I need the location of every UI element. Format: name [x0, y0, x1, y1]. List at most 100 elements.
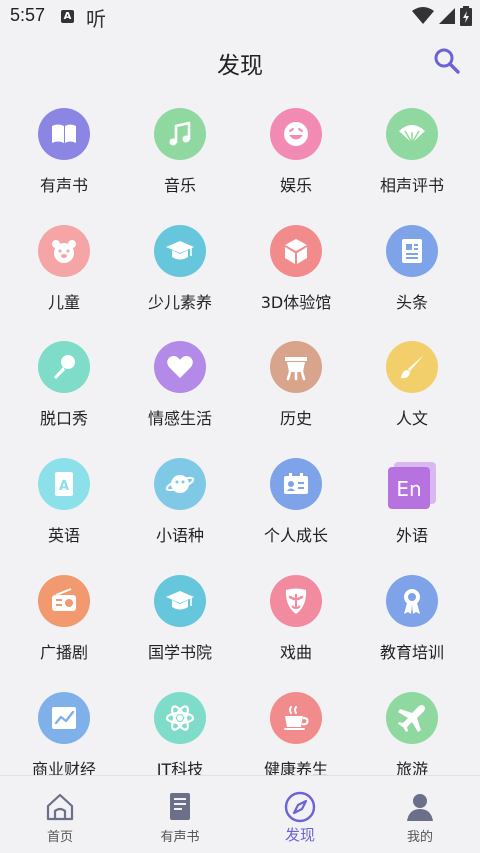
category-label: 相声评书 — [379, 176, 444, 195]
category-item[interactable]: 戏曲 — [236, 561, 356, 677]
atom-icon — [154, 691, 206, 744]
en-badge-icon: En — [386, 458, 438, 510]
category-label: 小语种 — [155, 526, 204, 546]
status-time: 5:57 — [10, 5, 46, 25]
category-label: 儿童 — [47, 292, 80, 312]
category-item[interactable]: 历史 — [236, 327, 356, 443]
page-title: 发现 — [217, 53, 263, 79]
tab-label: 有声书 — [160, 830, 200, 845]
category-item[interactable]: 3D体验馆 — [236, 211, 356, 327]
audiobook-icon — [170, 793, 190, 820]
notification-a-icon: A — [61, 10, 74, 23]
category-item[interactable]: 商业财经 — [4, 678, 124, 776]
fan-icon — [386, 108, 438, 160]
tab-label: 我的 — [406, 830, 433, 845]
category-item[interactable]: En 外语 — [352, 444, 472, 560]
category-label: 有声书 — [39, 176, 88, 195]
airplane-icon — [386, 691, 438, 744]
category-item[interactable]: 少儿素养 — [120, 211, 240, 327]
battery-icon — [460, 6, 472, 26]
book-icon — [38, 108, 90, 160]
category-label: 英语 — [47, 526, 80, 546]
status-indicators — [412, 6, 472, 26]
category-label: 国学书院 — [147, 642, 212, 662]
app-notification-icon: 听 — [86, 7, 106, 31]
tab-user[interactable]: 我的 — [360, 776, 480, 853]
category-item[interactable]: 音乐 — [120, 94, 240, 210]
brush-icon — [386, 341, 438, 394]
tab-home[interactable]: 首页 — [0, 776, 120, 853]
status-bar: 5:57 A 听 — [0, 0, 480, 32]
search-button[interactable] — [432, 46, 462, 76]
category-label: 广播剧 — [39, 642, 88, 662]
cube-icon — [270, 224, 322, 277]
bottom-tab-bar: 首页 有声书 发现 我的 — [0, 775, 480, 853]
category-item[interactable]: A 英语 — [4, 444, 124, 560]
award-ribbon-icon — [386, 574, 438, 627]
category-item[interactable]: 脱口秀 — [4, 327, 124, 443]
category-item[interactable]: 小语种 — [120, 444, 240, 560]
category-item[interactable]: 教育培训 — [352, 561, 472, 677]
category-grid: 有声书 音乐 娱乐 相声评书 儿童 少儿素养 3D体验馆 头条 脱口秀 情感生活… — [0, 90, 480, 775]
heart-icon — [154, 341, 206, 394]
tab-audiobook[interactable]: 有声书 — [120, 776, 240, 853]
microphone-icon — [38, 341, 90, 394]
category-label: 历史 — [279, 409, 312, 429]
tab-label: 发现 — [284, 826, 315, 844]
svg-text:A: A — [59, 479, 69, 494]
category-label: 健康养生 — [263, 759, 328, 776]
cellular-signal-icon — [439, 8, 455, 24]
compass-icon — [284, 791, 316, 823]
user-icon — [407, 794, 433, 821]
category-item[interactable]: 娱乐 — [236, 94, 356, 210]
graduation-cap-icon — [154, 574, 206, 627]
category-label: 教育培训 — [379, 642, 444, 662]
opera-mask-icon — [270, 574, 322, 627]
ancient-vessel-icon — [270, 341, 322, 394]
category-label: 音乐 — [163, 176, 196, 195]
category-label: 少儿素养 — [147, 292, 212, 312]
app-header: 发现 — [0, 32, 480, 90]
id-card-icon — [270, 458, 322, 511]
svg-text:En: En — [396, 477, 421, 501]
bear-icon — [38, 224, 90, 277]
category-label: 戏曲 — [279, 642, 312, 662]
category-item[interactable]: 人文 — [352, 327, 472, 443]
category-label: 情感生活 — [147, 409, 212, 429]
category-item[interactable]: 健康养生 — [236, 678, 356, 776]
tea-cup-icon — [270, 691, 322, 744]
category-item[interactable]: 旅游 — [352, 678, 472, 776]
category-item[interactable]: 国学书院 — [120, 561, 240, 677]
english-book-icon: A — [38, 458, 90, 511]
category-item[interactable]: IT科技 — [120, 678, 240, 776]
tab-compass[interactable]: 发现 — [240, 776, 360, 853]
category-item[interactable]: 头条 — [352, 211, 472, 327]
graduation-cap-icon — [154, 224, 206, 277]
category-item[interactable]: 情感生活 — [120, 327, 240, 443]
category-label: 外语 — [395, 526, 428, 546]
music-note-icon — [154, 108, 206, 160]
category-label: 头条 — [395, 292, 428, 312]
tab-label: 首页 — [46, 830, 73, 845]
category-item[interactable]: 儿童 — [4, 211, 124, 327]
category-label: 商业财经 — [31, 759, 96, 776]
newspaper-icon — [386, 224, 438, 277]
category-label: IT科技 — [156, 759, 204, 776]
search-icon — [434, 48, 460, 74]
planet-icon — [154, 458, 206, 511]
category-label: 娱乐 — [279, 176, 312, 195]
category-item[interactable]: 相声评书 — [352, 94, 472, 210]
radio-icon — [38, 574, 90, 627]
smiley-icon — [270, 108, 322, 160]
category-item[interactable]: 广播剧 — [4, 561, 124, 677]
category-label: 个人成长 — [263, 526, 328, 546]
category-label: 3D体验馆 — [260, 292, 332, 312]
category-item[interactable]: 有声书 — [4, 94, 124, 210]
home-icon — [46, 793, 74, 821]
category-label: 脱口秀 — [39, 409, 88, 429]
wifi-icon — [412, 7, 434, 24]
category-item[interactable]: 个人成长 — [236, 444, 356, 560]
category-label: 人文 — [395, 409, 428, 429]
category-label: 旅游 — [395, 759, 428, 776]
chart-icon — [38, 691, 90, 744]
